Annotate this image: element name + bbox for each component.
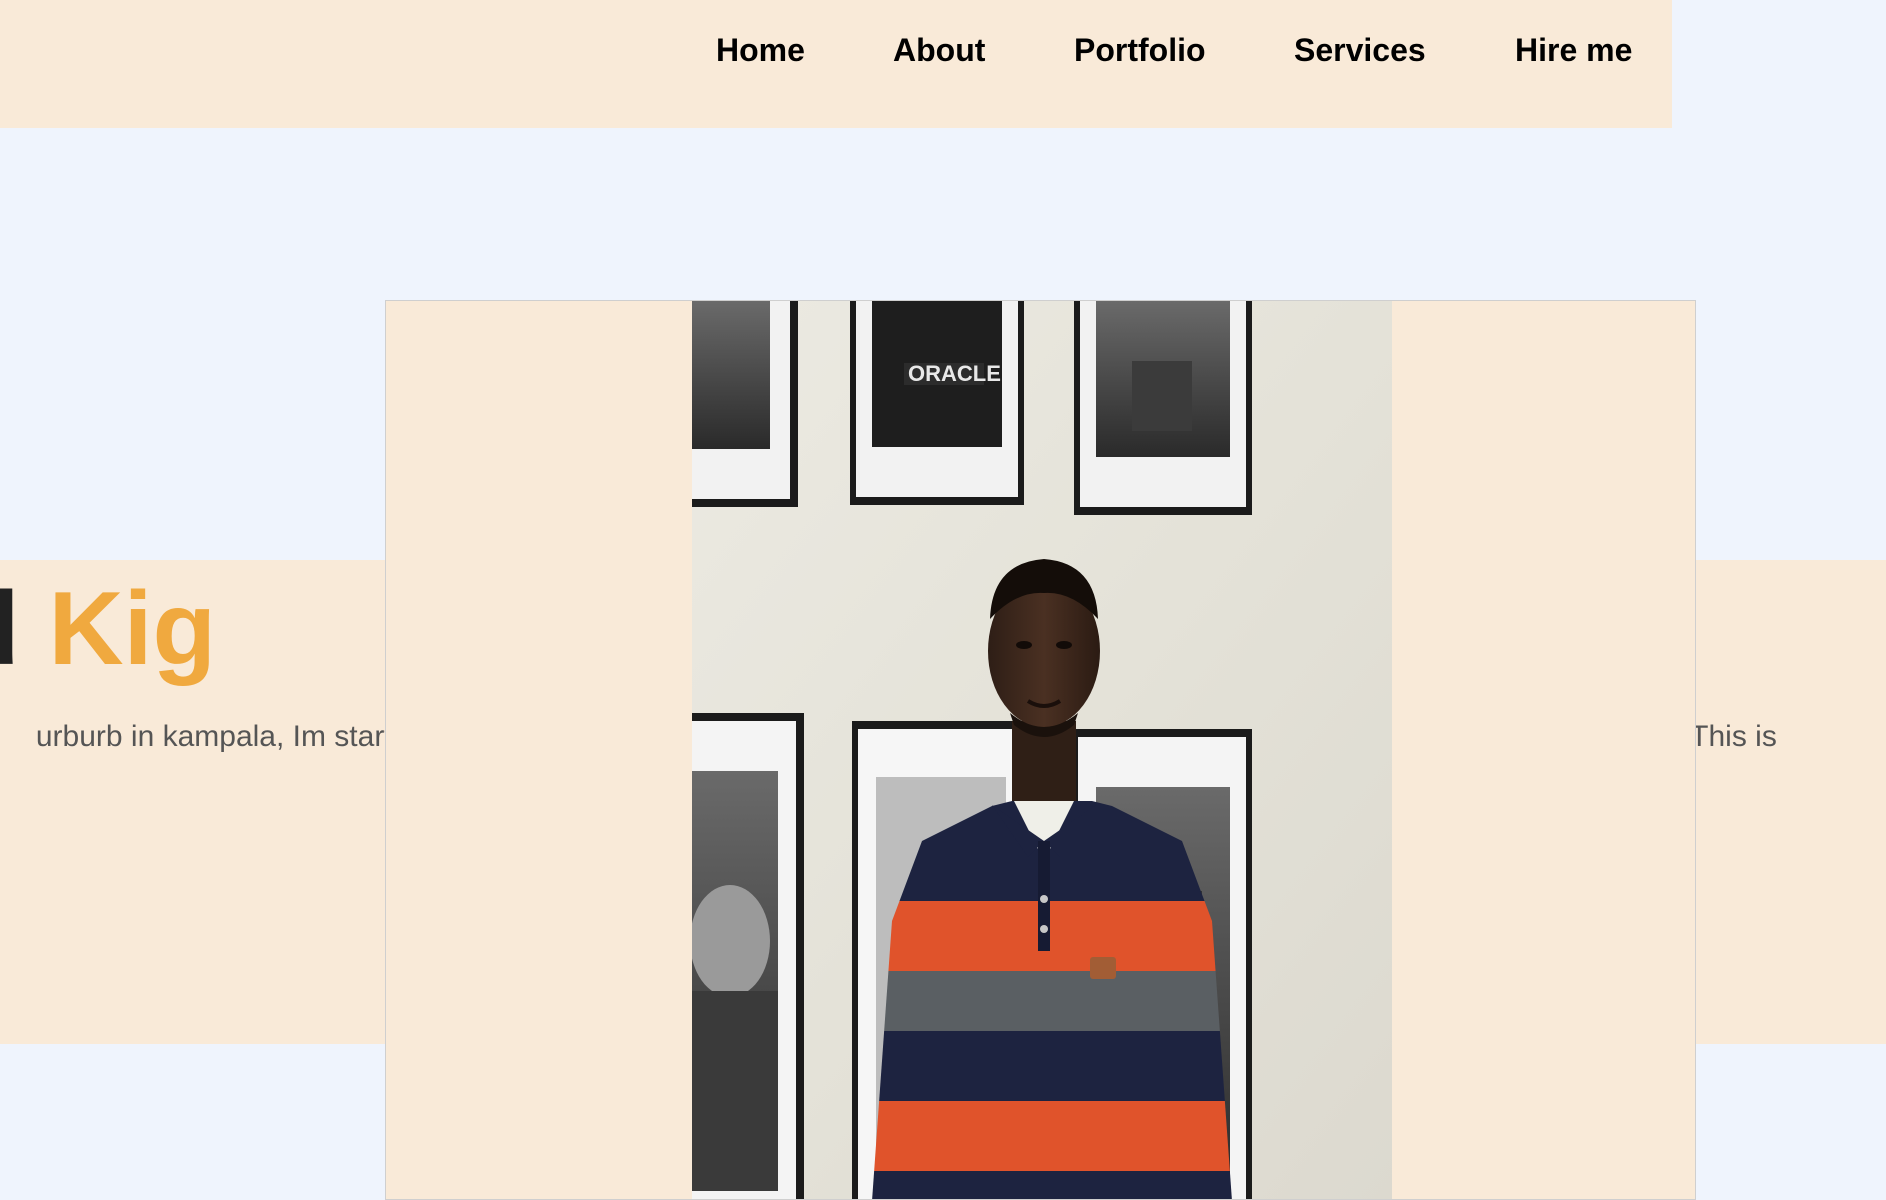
hero-name-heading: mond Kig (0, 564, 216, 694)
hero-intro-text: urburb in kampala, Im startin (35, 720, 416, 753)
hero-last-name: Kig (48, 571, 216, 687)
profile-photo: ORACLE (692, 301, 1392, 1199)
main-nav: Home About Portfolio Services Hire me (0, 28, 1672, 72)
profile-photo-card: ORACLE (385, 300, 1696, 1200)
nav-link-hire-me[interactable]: Hire me (1515, 28, 1632, 72)
nav-link-home[interactable]: Home (716, 28, 805, 72)
print-logo-text: ORACLE (908, 361, 1001, 386)
top-navbar: Home About Portfolio Services Hire me (0, 0, 1672, 128)
nav-link-services[interactable]: Services (1294, 28, 1426, 72)
hero-first-name: mond (0, 571, 20, 687)
nav-link-about[interactable]: About (893, 28, 985, 72)
nav-link-portfolio[interactable]: Portfolio (1074, 28, 1206, 72)
